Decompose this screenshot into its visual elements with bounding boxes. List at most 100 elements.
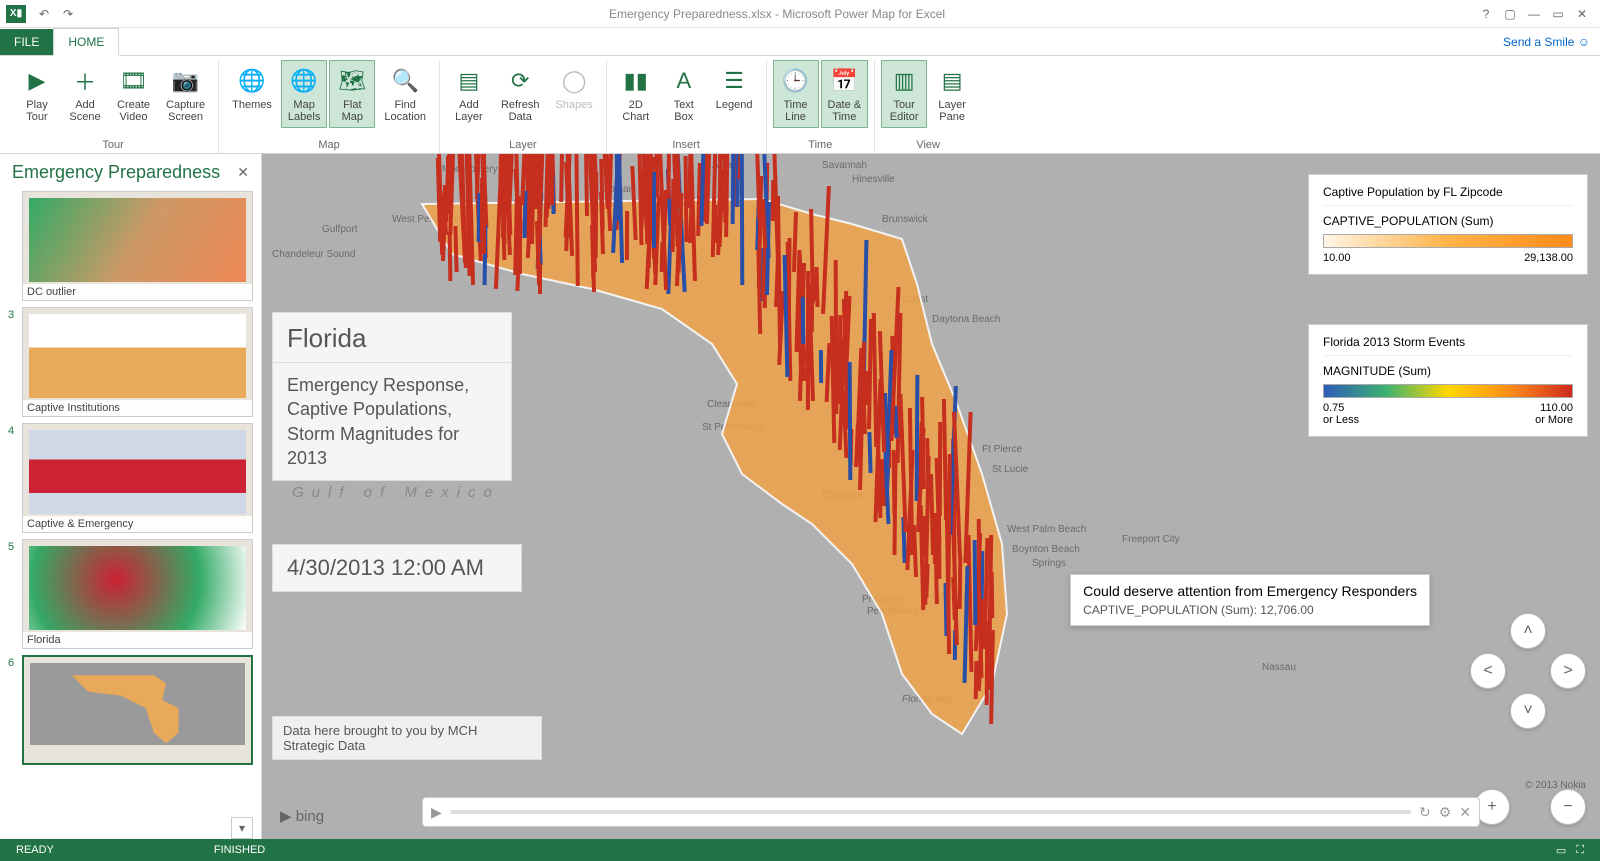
tab-file[interactable]: FILE bbox=[0, 29, 53, 55]
add-scene-small-button[interactable]: ▾ bbox=[231, 817, 253, 839]
view-mode-icon[interactable]: ▭ bbox=[1556, 844, 1566, 857]
send-a-smile-link[interactable]: Send a Smile ☺ bbox=[1493, 29, 1600, 55]
legend-button[interactable]: ☰Legend bbox=[709, 60, 760, 116]
scene-item[interactable]: 3Captive Institutions bbox=[8, 307, 253, 417]
layer-pane-button[interactable]: ▤Layer Pane bbox=[929, 60, 975, 128]
map-canvas[interactable]: Gulfport Montgomery Dothan Albany Valdos… bbox=[262, 154, 1600, 839]
legend-storm-events[interactable]: Florida 2013 Storm Events MAGNITUDE (Sum… bbox=[1308, 324, 1588, 437]
tour-title: Emergency Preparedness bbox=[12, 162, 237, 183]
help-icon[interactable]: ? bbox=[1476, 4, 1496, 24]
refresh-icon: ⟳ bbox=[504, 65, 536, 97]
textbox-icon: A bbox=[668, 65, 700, 97]
ribbon: ▶Play Tour ＋Add Scene 🎞Create Video 📷Cap… bbox=[0, 56, 1600, 154]
close-player-icon[interactable]: ✕ bbox=[1459, 804, 1471, 821]
nav-down-button[interactable]: ˅ bbox=[1510, 693, 1546, 729]
date-time-button[interactable]: 📅Date & Time bbox=[821, 60, 869, 128]
clock-icon: 🕒 bbox=[780, 65, 812, 97]
capture-screen-button[interactable]: 📷Capture Screen bbox=[159, 60, 212, 128]
scene-item[interactable]: 5Florida bbox=[8, 539, 253, 649]
data-tooltip: Could deserve attention from Emergency R… bbox=[1070, 574, 1430, 626]
tour-editor-button[interactable]: ▥Tour Editor bbox=[881, 60, 927, 128]
close-icon[interactable]: ✕ bbox=[1572, 4, 1592, 24]
refresh-data-button[interactable]: ⟳Refresh Data bbox=[494, 60, 547, 128]
timeline-track[interactable] bbox=[450, 810, 1411, 814]
themes-button[interactable]: 🌐Themes bbox=[225, 60, 279, 116]
zoom-out-button[interactable]: − bbox=[1550, 789, 1586, 825]
redo-icon[interactable]: ↷ bbox=[58, 4, 78, 24]
status-finished: FINISHED bbox=[214, 844, 265, 856]
find-location-button[interactable]: 🔍Find Location bbox=[377, 60, 433, 128]
title-card[interactable]: Florida bbox=[272, 312, 512, 365]
group-tour: ▶Play Tour ＋Add Scene 🎞Create Video 📷Cap… bbox=[8, 60, 219, 153]
play-tour-button[interactable]: ▶Play Tour bbox=[14, 60, 60, 128]
excel-icon: X▮ bbox=[6, 5, 26, 23]
gradient-rainbow bbox=[1323, 384, 1573, 398]
time-line-button[interactable]: 🕒Time Line bbox=[773, 60, 819, 128]
flat-map-button[interactable]: 🗺Flat Map bbox=[329, 60, 375, 128]
status-bar: READY FINISHED ▭ ⛶ bbox=[0, 839, 1600, 861]
tooltip-detail: CAPTIVE_POPULATION (Sum): 12,706.00 bbox=[1083, 603, 1417, 617]
source-card[interactable]: Data here brought to you by MCH Strategi… bbox=[272, 716, 542, 760]
shapes-icon: ◯ bbox=[558, 65, 590, 97]
scene-list[interactable]: DC outlier 3Captive Institutions 4Captiv… bbox=[0, 191, 261, 817]
calendar-icon: 📅 bbox=[828, 65, 860, 97]
scene-item-selected[interactable]: 6 bbox=[8, 655, 253, 765]
settings-icon[interactable]: ⚙ bbox=[1439, 804, 1452, 821]
time-card[interactable]: 4/30/2013 12:00 AM bbox=[272, 544, 522, 592]
gradient-orange bbox=[1323, 234, 1573, 248]
tooltip-headline: Could deserve attention from Emergency R… bbox=[1083, 583, 1417, 599]
timeline-player[interactable]: ▶ ↻ ⚙ ✕ bbox=[422, 797, 1480, 827]
group-map: 🌐Themes 🌐Map Labels 🗺Flat Map 🔍Find Loca… bbox=[219, 60, 440, 153]
legend-icon: ☰ bbox=[718, 65, 750, 97]
title-bar: X▮ ↶ ↷ Emergency Preparedness.xlsx - Mic… bbox=[0, 0, 1600, 28]
status-ready: READY bbox=[16, 844, 54, 856]
chart-icon: ▮▮ bbox=[620, 65, 652, 97]
nav-left-button[interactable]: ˂ bbox=[1470, 653, 1506, 689]
place-label: Nassau bbox=[1262, 662, 1296, 673]
search-globe-icon: 🔍 bbox=[389, 65, 421, 97]
bing-logo: ▶ bing bbox=[280, 807, 324, 825]
plus-icon: ＋ bbox=[69, 65, 101, 97]
map-copyright: © 2013 Nokia bbox=[1525, 780, 1586, 791]
flat-map-icon: 🗺 bbox=[336, 65, 368, 97]
legend-captive-population[interactable]: Captive Population by FL Zipcode CAPTIVE… bbox=[1308, 174, 1588, 275]
nav-right-button[interactable]: ˃ bbox=[1550, 653, 1586, 689]
2d-chart-button[interactable]: ▮▮2D Chart bbox=[613, 60, 659, 128]
minimize-icon[interactable]: — bbox=[1524, 4, 1544, 24]
scene-item[interactable]: DC outlier bbox=[8, 191, 253, 301]
play-icon[interactable]: ▶ bbox=[431, 804, 442, 821]
add-scene-button[interactable]: ＋Add Scene bbox=[62, 60, 108, 128]
add-layer-button[interactable]: ▤Add Layer bbox=[446, 60, 492, 128]
ribbon-tabs: FILE HOME Send a Smile ☺ bbox=[0, 28, 1600, 56]
pane-icon: ▤ bbox=[936, 65, 968, 97]
fullscreen-icon[interactable]: ⛶ bbox=[1576, 844, 1584, 857]
create-video-button[interactable]: 🎞Create Video bbox=[110, 60, 157, 128]
maximize-icon[interactable]: ▭ bbox=[1548, 4, 1568, 24]
map-zoom: + − bbox=[1474, 789, 1586, 825]
map-labels-button[interactable]: 🌐Map Labels bbox=[281, 60, 327, 128]
ribbon-options-icon[interactable]: ▢ bbox=[1500, 4, 1520, 24]
play-icon: ▶ bbox=[21, 65, 53, 97]
scene-item[interactable]: 4Captive & Emergency bbox=[8, 423, 253, 533]
editor-icon: ▥ bbox=[888, 65, 920, 97]
nav-up-button[interactable]: ˄ bbox=[1510, 613, 1546, 649]
label-globe-icon: 🌐 bbox=[288, 65, 320, 97]
undo-icon[interactable]: ↶ bbox=[34, 4, 54, 24]
main-area: Emergency Preparedness ✕ DC outlier 3Cap… bbox=[0, 154, 1600, 839]
layers-add-icon: ▤ bbox=[453, 65, 485, 97]
document-title: Emergency Preparedness.xlsx - Microsoft … bbox=[80, 7, 1474, 21]
group-view: ▥Tour Editor ▤Layer Pane View bbox=[875, 60, 981, 153]
shapes-button: ◯Shapes bbox=[548, 60, 599, 116]
group-layer: ▤Add Layer ⟳Refresh Data ◯Shapes Layer bbox=[440, 60, 607, 153]
loop-icon[interactable]: ↻ bbox=[1419, 804, 1431, 821]
tab-home[interactable]: HOME bbox=[53, 28, 119, 56]
tour-editor-sidebar: Emergency Preparedness ✕ DC outlier 3Cap… bbox=[0, 154, 262, 839]
film-icon: 🎞 bbox=[118, 65, 150, 97]
subtitle-card[interactable]: Emergency Response, Captive Populations,… bbox=[272, 362, 512, 481]
map-nav-pad: ˄ ˅ ˂ ˃ bbox=[1470, 613, 1586, 729]
group-insert: ▮▮2D Chart AText Box ☰Legend Insert bbox=[607, 60, 767, 153]
text-box-button[interactable]: AText Box bbox=[661, 60, 707, 128]
sidebar-close-icon[interactable]: ✕ bbox=[237, 164, 249, 181]
group-time: 🕒Time Line 📅Date & Time Time bbox=[767, 60, 876, 153]
globe-icon: 🌐 bbox=[236, 65, 268, 97]
